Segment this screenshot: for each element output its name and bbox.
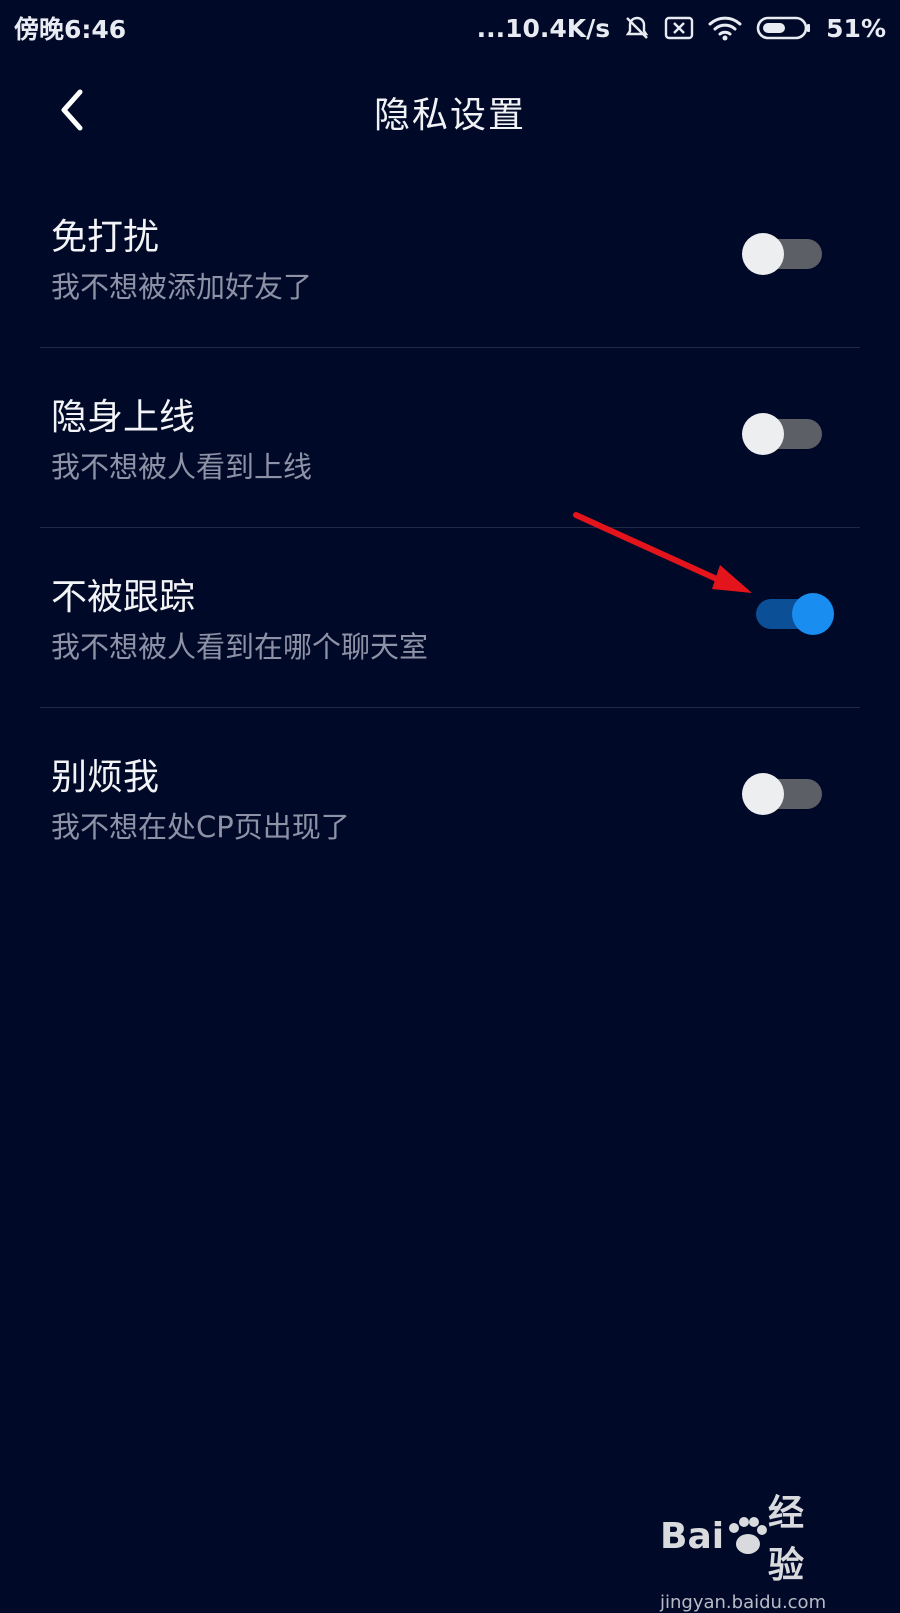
status-time: 傍晚6:46 <box>14 15 127 44</box>
bell-muted-icon <box>624 15 650 41</box>
leave-me-alone-toggle[interactable] <box>742 771 838 817</box>
network-speed: ...10.4K/s <box>476 13 611 43</box>
setting-title: 隐身上线 <box>51 397 196 438</box>
sim-no-signal-icon <box>664 16 694 40</box>
setting-description: 我不想被人看到上线 <box>51 450 313 484</box>
toggle-knob <box>742 233 784 275</box>
setting-description: 我不想在处CP页出现了 <box>51 810 350 844</box>
setting-description: 我不想被人看到在哪个聊天室 <box>51 630 429 664</box>
setting-item-no-tracking: 不被跟踪 我不想被人看到在哪个聊天室 <box>40 528 860 708</box>
invisible-online-toggle[interactable] <box>742 411 838 457</box>
setting-item-leave-me-alone: 别烦我 我不想在处CP页出现了 <box>40 708 860 888</box>
status-icons: ...10.4K/s 51% <box>477 14 886 43</box>
baidu-jingyan-watermark: Bai 经验 jingyan.baidu.com <box>660 1484 840 1613</box>
setting-description: 我不想被添加好友了 <box>51 270 313 304</box>
watermark-logo-suffix: 经验 <box>768 1493 805 1586</box>
do-not-disturb-toggle[interactable] <box>742 231 838 277</box>
toggle-knob <box>742 773 784 815</box>
setting-title: 别烦我 <box>51 757 160 798</box>
battery-icon <box>756 14 812 42</box>
status-bar: 傍晚6:46 ...10.4K/s 51% <box>0 0 900 56</box>
setting-item-invisible-online: 隐身上线 我不想被人看到上线 <box>40 348 860 528</box>
watermark-logo-text: Bai <box>660 1515 725 1557</box>
toggle-knob <box>742 413 784 455</box>
header: 隐私设置 <box>0 56 900 166</box>
watermark-url: jingyan.baidu.com <box>660 1592 827 1613</box>
settings-list: 免打扰 我不想被添加好友了 隐身上线 我不想被人看到上线 不被跟踪 我不想被人看… <box>40 168 860 888</box>
watermark-logo: Bai 经验 <box>660 1484 840 1588</box>
setting-item-do-not-disturb: 免打扰 我不想被添加好友了 <box>40 168 860 348</box>
paw-icon <box>729 1517 768 1554</box>
toggle-knob <box>792 593 834 635</box>
setting-title: 不被跟踪 <box>51 577 196 618</box>
page-title: 隐私设置 <box>373 95 526 136</box>
wifi-icon <box>708 15 742 41</box>
battery-percent: 51% <box>826 13 886 43</box>
no-tracking-toggle[interactable] <box>742 591 838 637</box>
setting-title: 免打扰 <box>51 217 160 258</box>
